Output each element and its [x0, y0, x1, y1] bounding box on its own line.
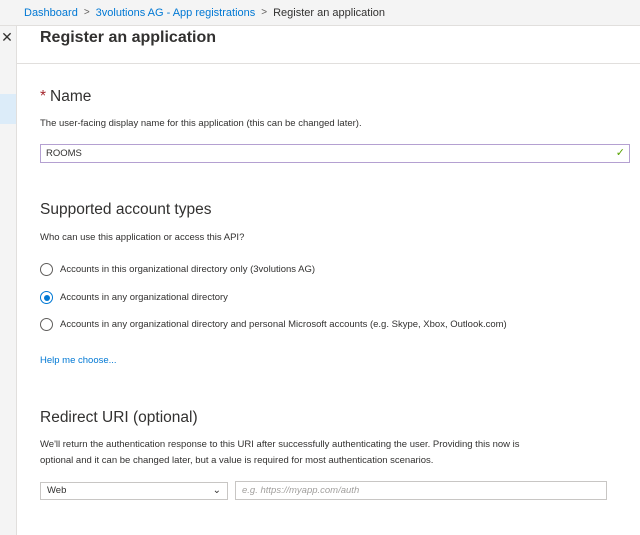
breadcrumb-separator: >	[261, 7, 268, 18]
blade-header: Register an application	[17, 26, 640, 64]
name-input[interactable]: ROOMS ✓	[40, 144, 630, 163]
breadcrumb-app-registrations-link[interactable]: 3volutions AG - App registrations	[96, 7, 256, 19]
radio-button-icon[interactable]	[40, 318, 53, 331]
account-types-question: Who can use this application or access t…	[40, 232, 245, 243]
name-helper-text: The user-facing display name for this ap…	[40, 118, 362, 129]
left-rail	[0, 26, 17, 535]
breadcrumb: Dashboard > 3volutions AG - App registra…	[0, 0, 640, 26]
radio-option-single-tenant[interactable]: Accounts in this organizational director…	[40, 263, 315, 276]
redirect-uri-heading: Redirect URI (optional)	[40, 409, 198, 426]
name-heading: * Name	[40, 88, 91, 106]
platform-dropdown[interactable]: Web ⌄	[40, 482, 228, 500]
redirect-helper-line-1: We'll return the authentication response…	[40, 439, 520, 450]
rail-selected-item[interactable]	[0, 94, 16, 124]
radio-option-multi-tenant-personal[interactable]: Accounts in any organizational directory…	[40, 318, 507, 331]
breadcrumb-separator: >	[83, 7, 90, 18]
close-icon[interactable]: ✕	[0, 27, 14, 47]
radio-label: Accounts in this organizational director…	[60, 264, 316, 275]
required-marker: *	[40, 88, 47, 105]
breadcrumb-dashboard-link[interactable]: Dashboard	[24, 7, 78, 19]
name-input-value: ROOMS	[46, 148, 82, 159]
radio-label: Accounts in any organizational directory…	[60, 319, 507, 330]
name-heading-text: Name	[50, 88, 92, 105]
chevron-down-icon: ⌄	[212, 485, 221, 496]
account-types-heading: Supported account types	[40, 201, 212, 218]
platform-selected-value: Web	[47, 485, 67, 496]
page-title: Register an application	[40, 29, 217, 46]
radio-button-icon[interactable]	[40, 263, 53, 276]
breadcrumb-current: Register an application	[273, 6, 386, 19]
redirect-helper-line-2: optional and it can be changed later, bu…	[40, 455, 434, 466]
check-icon: ✓	[615, 147, 625, 159]
radio-label: Accounts in any organizational directory	[60, 292, 228, 303]
radio-option-multi-tenant[interactable]: Accounts in any organizational directory	[40, 291, 228, 304]
redirect-uri-input[interactable]: e.g. https://myapp.com/auth	[235, 481, 607, 500]
help-me-choose-link[interactable]: Help me choose...	[40, 355, 117, 366]
radio-button-selected-icon[interactable]	[40, 291, 53, 304]
